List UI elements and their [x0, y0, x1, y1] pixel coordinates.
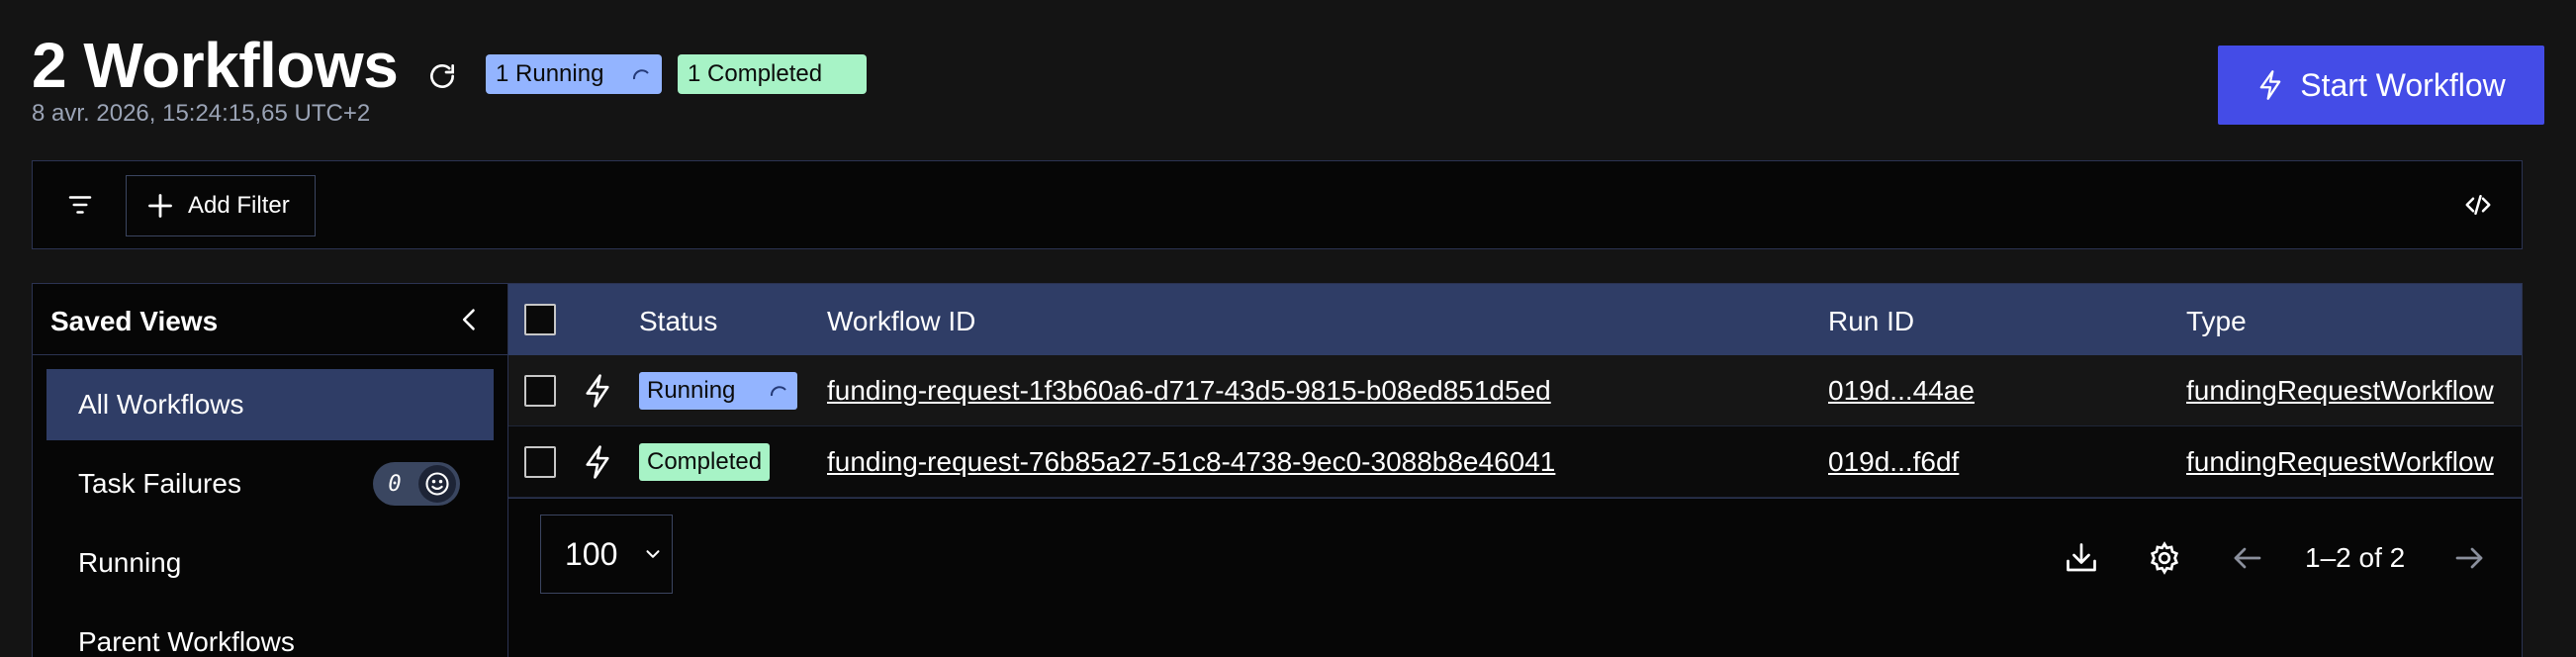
pagination-range: 1–2 of 2: [2305, 542, 2406, 573]
status-label: Running: [647, 377, 736, 404]
table-footer: 100 1–2 of 2: [508, 498, 2522, 647]
running-count-badge[interactable]: 1 Running: [486, 54, 662, 94]
sidebar-item-running[interactable]: Running: [46, 527, 494, 599]
workflows-table: Status Workflow ID Run ID Type Running f…: [508, 283, 2523, 657]
status-label: Completed: [647, 448, 763, 475]
column-header-run-id[interactable]: Run ID: [1828, 306, 1914, 337]
next-page-button[interactable]: [2449, 538, 2489, 578]
bolt-icon[interactable]: [582, 373, 613, 409]
row-checkbox[interactable]: [524, 375, 556, 407]
workflow-id-link[interactable]: funding-request-1f3b60a6-d717-43d5-9815-…: [827, 375, 1551, 407]
completed-count-label: 1 Completed: [688, 60, 823, 87]
sidebar-item-all-workflows[interactable]: All Workflows: [46, 369, 494, 440]
running-count-label: 1 Running: [496, 60, 604, 87]
page-size-value: 100: [565, 535, 618, 572]
select-all-checkbox[interactable]: [524, 304, 556, 335]
row-checkbox[interactable]: [524, 446, 556, 478]
workflow-type-link[interactable]: fundingRequestWorkflow: [2186, 446, 2494, 478]
page-header: 2 Workflows 8 avr. 2026, 15:24:15,65 UTC…: [32, 28, 2544, 137]
settings-button[interactable]: [2145, 538, 2184, 578]
saved-views-header: Saved Views: [33, 284, 507, 355]
smiley-icon: [425, 472, 449, 496]
running-spinner-icon: [770, 386, 786, 397]
saved-views-title: Saved Views: [50, 306, 219, 336]
chevron-down-icon: [646, 550, 660, 558]
arrow-right-icon: [2455, 547, 2483, 569]
filter-button[interactable]: [62, 187, 98, 223]
download-button[interactable]: [2062, 538, 2101, 578]
timestamp: 8 avr. 2026, 15:24:15,65 UTC+2: [32, 100, 371, 127]
plus-icon: [148, 194, 172, 218]
page-title: 2 Workflows: [32, 30, 399, 101]
sidebar-item-parent-workflows[interactable]: Parent Workflows: [46, 607, 494, 657]
column-header-workflow-id[interactable]: Workflow ID: [827, 306, 975, 337]
previous-page-button[interactable]: [2228, 538, 2267, 578]
start-workflow-button[interactable]: Start Workflow: [2218, 46, 2544, 125]
table-header-row: Status Workflow ID Run ID Type: [508, 284, 2522, 355]
sidebar-item-label: Running: [78, 547, 182, 578]
column-header-type[interactable]: Type: [2186, 306, 2247, 337]
completed-count-badge[interactable]: 1 Completed: [678, 54, 867, 94]
refresh-icon: [430, 64, 454, 88]
page-size-select[interactable]: 100: [540, 515, 673, 594]
table-row[interactable]: Running funding-request-1f3b60a6-d717-43…: [508, 355, 2522, 426]
task-failures-toggle[interactable]: 0: [373, 462, 460, 506]
running-spinner-icon: [632, 69, 649, 80]
add-filter-button[interactable]: Add Filter: [126, 175, 316, 236]
download-icon: [2067, 543, 2096, 572]
status-badge: Completed: [639, 443, 771, 481]
workflow-type-link[interactable]: fundingRequestWorkflow: [2186, 375, 2494, 407]
add-filter-label: Add Filter: [188, 192, 290, 219]
saved-views-sidebar: Saved Views All Workflows Task Failures …: [32, 283, 508, 657]
workflow-id-link[interactable]: funding-request-76b85a27-51c8-4738-9ec0-…: [827, 446, 1555, 478]
bolt-icon[interactable]: [582, 444, 613, 480]
run-id-link[interactable]: 019d...44ae: [1828, 375, 1975, 407]
code-icon: [2465, 195, 2491, 215]
gear-icon: [2150, 541, 2179, 575]
status-badge: Running: [639, 372, 797, 410]
sidebar-item-label: All Workflows: [78, 389, 244, 420]
start-workflow-label: Start Workflow: [2300, 66, 2506, 103]
sidebar-item-label: Task Failures: [78, 468, 241, 499]
toggle-knob: [418, 465, 456, 503]
filter-bar: Add Filter: [32, 160, 2523, 249]
refresh-button[interactable]: [419, 53, 465, 99]
filter-icon: [68, 196, 92, 214]
code-view-button[interactable]: [2460, 187, 2496, 223]
arrow-left-icon: [2234, 547, 2261, 569]
run-id-link[interactable]: 019d...f6df: [1828, 446, 1959, 478]
table-row[interactable]: Completed funding-request-76b85a27-51c8-…: [508, 426, 2522, 498]
collapse-sidebar-button[interactable]: [452, 302, 488, 337]
task-failures-count: 0: [388, 471, 402, 497]
chevron-left-icon: [462, 309, 475, 330]
bolt-icon: [2259, 70, 2281, 100]
column-header-status[interactable]: Status: [639, 306, 717, 337]
sidebar-item-label: Parent Workflows: [78, 626, 295, 657]
sidebar-item-task-failures[interactable]: Task Failures 0: [46, 448, 494, 519]
